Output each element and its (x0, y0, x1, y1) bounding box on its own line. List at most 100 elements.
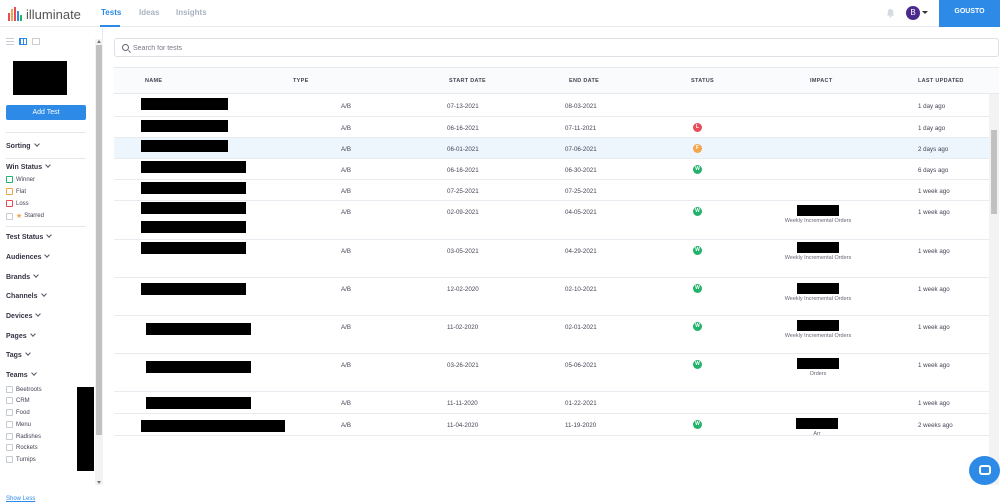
checkbox[interactable] (6, 200, 13, 207)
checkbox[interactable] (6, 176, 13, 183)
add-test-button[interactable]: Add Test (6, 105, 86, 120)
table-scrollbar[interactable] (989, 94, 999, 485)
redacted-test-name[interactable] (141, 161, 246, 173)
scroll-down-arrow[interactable] (97, 481, 101, 484)
checkbox[interactable] (6, 397, 13, 404)
win-option-loss[interactable]: Loss (6, 200, 29, 207)
header-end-date[interactable]: END DATE (569, 78, 599, 84)
scrollbar-thumb[interactable] (991, 130, 997, 214)
team-option[interactable]: CRM (6, 397, 30, 404)
table-row[interactable]: A/B 11-02-2020 02-01-2021 1 week ago W Weekly… (114, 316, 991, 354)
table-row[interactable]: A/B 06-01-2021 07-06-2021 2 days ago F (114, 138, 991, 159)
chat-button[interactable] (969, 456, 1000, 485)
redacted-test-name[interactable] (141, 98, 228, 110)
team-option[interactable]: Beetroots (6, 386, 42, 393)
checkbox[interactable] (6, 421, 13, 428)
win-option-flat[interactable]: Flat (6, 188, 26, 195)
table-row[interactable]: A/B 11-11-2020 01-22-2021 1 week ago (114, 392, 991, 414)
table-row[interactable]: A/B 06-16-2021 06-30-2021 6 days ago W (114, 159, 991, 180)
top-bar: illuminate Tests Ideas Insights B GOUSTO (0, 0, 1000, 27)
cell-type: A/B (341, 188, 351, 195)
redacted-test-name[interactable] (141, 140, 228, 152)
cell-last-updated: 1 week ago (918, 324, 950, 331)
avatar[interactable]: B (906, 6, 920, 20)
table-view-icon[interactable] (19, 38, 27, 45)
cell-end-date: 01-22-2021 (565, 400, 597, 407)
redacted-test-name[interactable] (141, 182, 246, 194)
sidebar-scrollbar[interactable] (95, 39, 103, 485)
filter-pages[interactable]: Pages (6, 331, 36, 340)
header-status[interactable]: STATUS (691, 78, 714, 84)
checkbox[interactable] (6, 433, 13, 440)
team-option[interactable]: Radishes (6, 433, 41, 440)
cell-end-date: 07-06-2021 (565, 146, 597, 153)
cell-start-date: 03-26-2021 (447, 362, 479, 369)
team-option[interactable]: Food (6, 409, 30, 416)
redacted-test-name[interactable] (146, 323, 251, 335)
table-row[interactable]: A/B 07-25-2021 07-25-2021 1 week ago (114, 180, 991, 201)
header-type[interactable]: TYPE (293, 78, 309, 84)
option-label: Radishes (16, 433, 42, 440)
table-row[interactable]: A/B 11-04-2020 11-19-2020 2 weeks ago W Arr (114, 414, 991, 437)
org-button[interactable]: GOUSTO (939, 0, 1000, 27)
list-view-icon[interactable] (6, 38, 14, 45)
tab-ideas[interactable]: Ideas (139, 8, 159, 17)
filter-audiences[interactable]: Audiences (6, 252, 51, 261)
checkbox[interactable] (6, 386, 13, 393)
app-logo[interactable]: illuminate (8, 6, 81, 22)
redacted-test-name[interactable] (141, 283, 246, 295)
table-row[interactable]: A/B 07-13-2021 08-03-2021 1 day ago (114, 95, 991, 117)
filter-label: Tags (6, 352, 22, 359)
tab-tests[interactable]: Tests (101, 8, 121, 17)
search-input[interactable] (133, 42, 733, 54)
redacted-test-name[interactable] (141, 242, 246, 254)
redacted-test-name[interactable] (146, 397, 251, 409)
team-option[interactable]: Menu (6, 421, 31, 428)
team-option[interactable]: Turnips (6, 456, 36, 463)
header-last-updated[interactable]: LAST UPDATED (918, 78, 964, 84)
chevron-down-icon[interactable] (922, 11, 928, 14)
cell-last-updated: 1 week ago (918, 248, 950, 255)
show-less-link[interactable]: Show Less (6, 496, 35, 502)
cell-last-updated: 6 days ago (918, 167, 949, 174)
checkbox[interactable] (6, 409, 13, 416)
filter-tags[interactable]: Tags (6, 350, 31, 359)
filter-sorting[interactable]: Sorting (6, 141, 40, 150)
filter-win-status[interactable]: Win Status (6, 162, 51, 171)
filter-test-status[interactable]: Test Status (6, 232, 53, 241)
redacted-impact-value (797, 242, 839, 253)
option-label: Food (16, 409, 30, 416)
header-name[interactable]: NAME (145, 78, 162, 84)
table-row[interactable]: A/B 03-05-2021 04-29-2021 1 week ago W Weekly… (114, 240, 991, 278)
redacted-test-name[interactable] (141, 221, 246, 233)
header-impact[interactable]: IMPACT (810, 78, 832, 84)
filter-channels[interactable]: Channels (6, 291, 47, 300)
checkbox[interactable] (6, 188, 13, 195)
filter-brands[interactable]: Brands (6, 272, 39, 281)
table-row[interactable]: A/B 06-16-2021 07-11-2021 1 day ago L (114, 117, 991, 138)
scroll-up-arrow[interactable] (97, 40, 101, 43)
cell-start-date: 07-25-2021 (447, 188, 479, 195)
card-view-icon[interactable] (32, 38, 40, 45)
filter-teams[interactable]: Teams (6, 370, 37, 379)
checkbox[interactable] (6, 456, 13, 463)
redacted-test-name[interactable] (146, 361, 251, 373)
team-option[interactable]: Rockets (6, 444, 38, 451)
win-option-starred[interactable]: ★ Starred (6, 212, 44, 220)
table-row[interactable]: A/B 12-02-2020 02-10-2021 1 week ago W Weekly… (114, 278, 991, 316)
redacted-test-name[interactable] (141, 420, 285, 432)
bell-icon[interactable] (886, 8, 895, 18)
tab-insights[interactable]: Insights (176, 8, 207, 17)
header-start-date[interactable]: START DATE (449, 78, 486, 84)
filter-devices[interactable]: Devices (6, 311, 42, 320)
checkbox[interactable] (6, 212, 13, 220)
redacted-test-name[interactable] (141, 120, 228, 132)
table-row[interactable]: A/B 03-26-2021 05-06-2021 1 week ago W Orders (114, 354, 991, 392)
cell-last-updated: 2 weeks ago (918, 422, 953, 429)
redacted-test-name[interactable] (141, 202, 246, 214)
scrollbar-thumb[interactable] (96, 45, 102, 435)
checkbox[interactable] (6, 444, 13, 451)
impact-metric-label: Weekly Incremental Orders (784, 333, 852, 339)
table-row[interactable]: A/B 02-09-2021 04-05-2021 1 week ago W Weekly… (114, 201, 991, 240)
win-option-winner[interactable]: Winner (6, 176, 35, 183)
